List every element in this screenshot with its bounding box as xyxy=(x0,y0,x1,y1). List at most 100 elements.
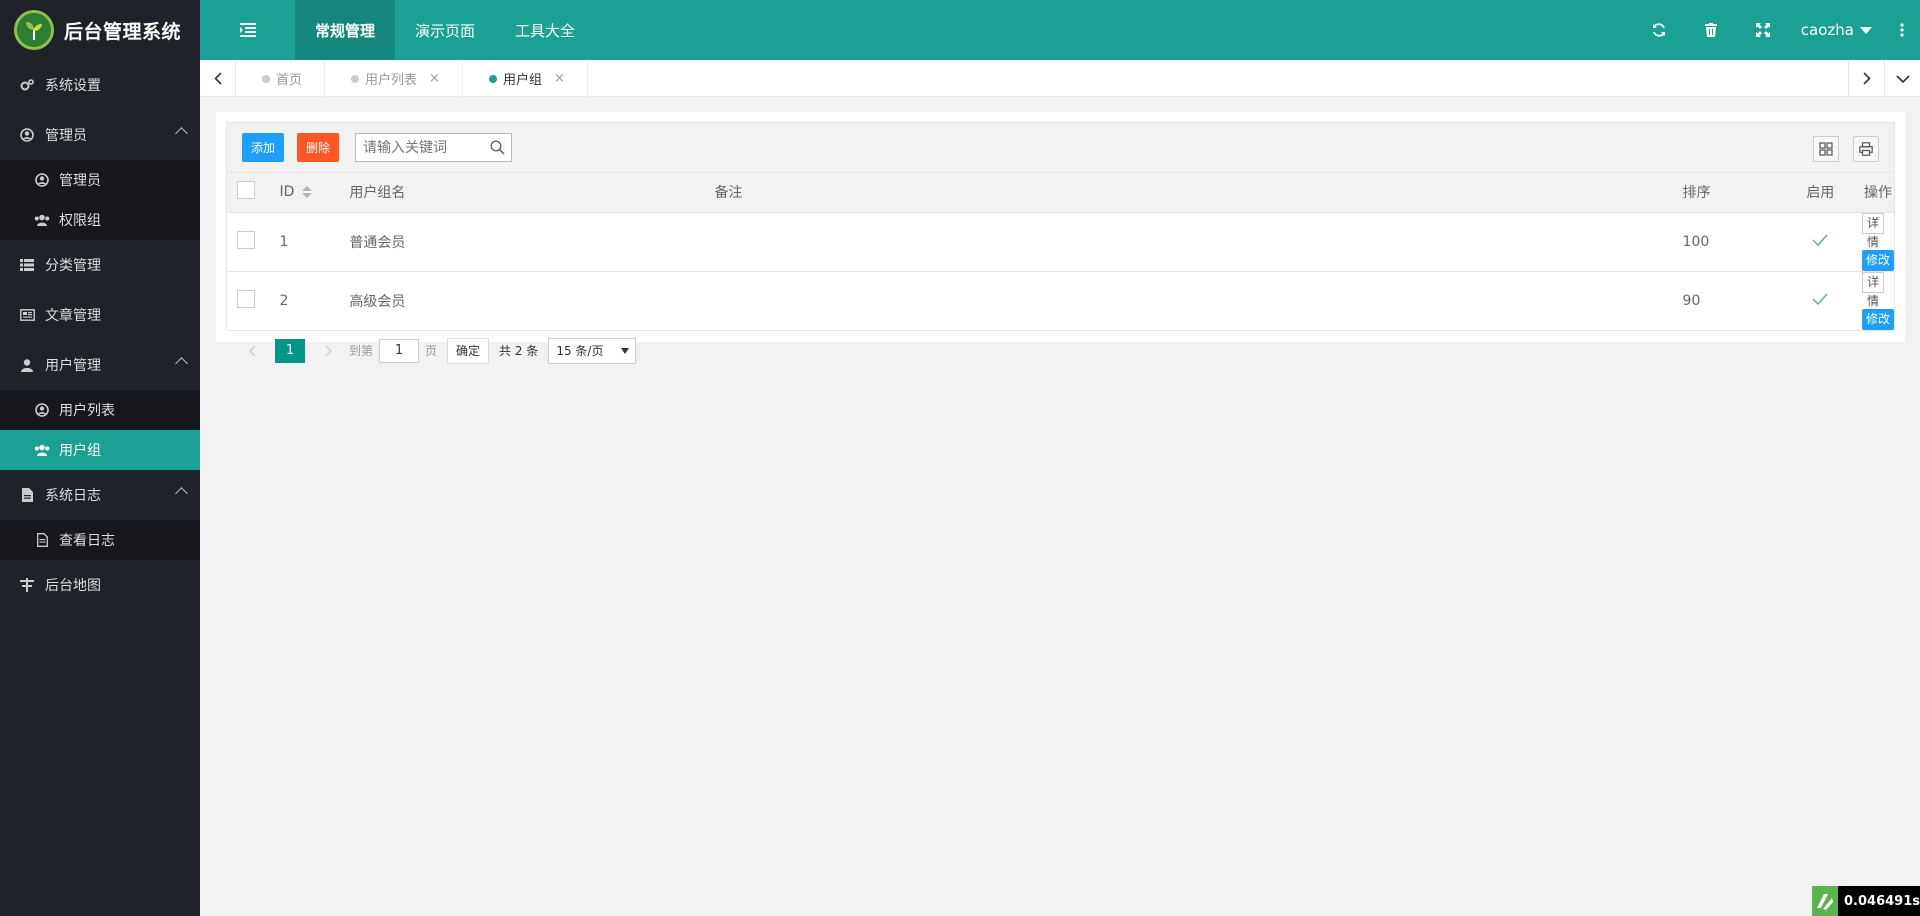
nav-item-general[interactable]: 常规管理 xyxy=(295,0,396,60)
user-circle-icon xyxy=(34,403,50,417)
sidebar-item-label: 管理员 xyxy=(59,173,101,189)
current-page[interactable]: 1 xyxy=(275,338,305,363)
tab-list: 首页 用户列表 × 用户组 × xyxy=(236,60,588,97)
row-checkbox[interactable] xyxy=(237,289,255,308)
performance-badge[interactable]: 0.046491s xyxy=(1812,886,1920,916)
chevron-up-icon xyxy=(175,487,188,500)
sidebar-item-label: 用户管理 xyxy=(45,358,101,374)
sidebar-subitem-user-list[interactable]: 用户列表 xyxy=(0,390,200,430)
header-id-label: ID xyxy=(279,184,295,201)
header-actions: caozha xyxy=(1633,0,1920,60)
fullscreen-button[interactable] xyxy=(1737,0,1789,60)
search-input[interactable] xyxy=(356,134,481,161)
newspaper-icon xyxy=(19,309,35,321)
sidebar-item-label: 分类管理 xyxy=(45,258,101,274)
sidebar-item-logs[interactable]: 系统日志 xyxy=(0,470,200,520)
sidebar-item-label: 用户组 xyxy=(59,443,101,459)
caret-down-icon xyxy=(621,347,630,354)
cell-name: 普通会员 xyxy=(349,212,715,272)
row-select-cell xyxy=(227,212,280,272)
close-icon[interactable]: × xyxy=(429,71,440,86)
leaf-logo-icon xyxy=(14,10,54,50)
search-box xyxy=(355,133,512,162)
add-button[interactable]: 添加 xyxy=(242,133,285,162)
caret-down-icon xyxy=(1860,26,1872,34)
user-circle-icon xyxy=(34,173,50,187)
sidebar-subitem-roles[interactable]: 权限组 xyxy=(0,200,200,240)
refresh-button[interactable] xyxy=(1633,0,1685,60)
tab-user-list[interactable]: 用户列表 × xyxy=(325,60,463,97)
edit-button[interactable]: 修改 xyxy=(1861,249,1894,271)
page-number-input[interactable] xyxy=(379,338,420,363)
tab-dot xyxy=(351,74,360,83)
detail-button[interactable]: 详情 xyxy=(1861,212,1884,249)
trash-icon xyxy=(1704,23,1717,37)
page-size-value: 15 条/页 xyxy=(556,344,604,358)
tab-dot xyxy=(488,74,497,83)
users-icon xyxy=(34,444,50,456)
sidebar-item-sitemap[interactable]: 后台地图 xyxy=(0,560,200,610)
prev-page-button[interactable] xyxy=(237,336,267,366)
sidebar-item-settings[interactable]: 系统设置 xyxy=(0,60,200,110)
chevron-right-icon xyxy=(325,345,332,356)
sidebar-item-articles[interactable]: 文章管理 xyxy=(0,290,200,340)
logo[interactable]: 后台管理系统 xyxy=(0,0,200,60)
delete-button[interactable]: 删除 xyxy=(297,133,340,162)
goto-label: 到第 xyxy=(349,344,374,358)
page-tabs: 首页 用户列表 × 用户组 × xyxy=(200,60,1920,97)
sort-icon[interactable] xyxy=(302,186,313,199)
search-icon[interactable] xyxy=(490,140,505,159)
tabs-prev-button[interactable] xyxy=(200,60,236,97)
cell-id: 1 xyxy=(279,212,350,272)
submenu-admins: 管理员 权限组 xyxy=(0,160,200,240)
nav-item-demo[interactable]: 演示页面 xyxy=(395,0,495,60)
chevron-up-icon xyxy=(175,127,188,140)
sidebar-subitem-user-groups[interactable]: 用户组 xyxy=(0,430,200,470)
total-count: 共 2 条 xyxy=(499,344,539,358)
top-header: 后台管理系统 常规管理 演示页面 工具大全 caozha xyxy=(0,0,1920,60)
sidebar-item-label: 系统日志 xyxy=(45,488,101,504)
sidebar-item-users[interactable]: 用户管理 xyxy=(0,340,200,390)
sidebar-subitem-view-logs[interactable]: 查看日志 xyxy=(0,520,200,560)
tab-home[interactable]: 首页 xyxy=(236,60,326,97)
sidebar-toggle-button[interactable] xyxy=(200,0,295,60)
tab-user-groups[interactable]: 用户组 × xyxy=(463,60,588,97)
more-button[interactable] xyxy=(1884,0,1920,60)
sidebar-subitem-admin[interactable]: 管理员 xyxy=(0,160,200,200)
header-id[interactable]: ID xyxy=(279,173,350,213)
chevron-down-icon xyxy=(1895,74,1910,83)
nav-item-tools[interactable]: 工具大全 xyxy=(495,0,595,60)
edit-button[interactable]: 修改 xyxy=(1861,308,1894,330)
clear-cache-button[interactable] xyxy=(1685,0,1737,60)
detail-button[interactable]: 详情 xyxy=(1861,271,1884,308)
data-table-panel: 添加 删除 ID 用户组名 备注 排 xyxy=(226,122,1895,364)
column-filter-button[interactable] xyxy=(1813,136,1839,162)
users-icon xyxy=(34,214,50,226)
file-icon xyxy=(19,488,35,502)
sitemap-icon xyxy=(19,578,35,592)
cell-id: 2 xyxy=(279,271,350,331)
cell-enabled xyxy=(1778,271,1862,331)
user-groups-table: ID 用户组名 备注 排序 启用 操作 1 普通会员 100 详情修改 2 高级… xyxy=(227,173,1894,331)
close-icon[interactable]: × xyxy=(554,71,565,86)
chevron-left-icon xyxy=(213,72,222,85)
row-checkbox[interactable] xyxy=(237,230,255,249)
sidebar-item-categories[interactable]: 分类管理 xyxy=(0,240,200,290)
cell-ops: 详情修改 xyxy=(1861,212,1894,272)
header-remark: 备注 xyxy=(714,173,1683,213)
tabs-next-button[interactable] xyxy=(1848,60,1884,97)
header-ops: 操作 xyxy=(1861,173,1894,213)
page-size-select[interactable]: 15 条/页 xyxy=(548,337,637,364)
cell-remark xyxy=(714,271,1683,331)
table-toolbar: 添加 删除 xyxy=(227,123,1894,173)
user-menu[interactable]: caozha xyxy=(1789,0,1884,60)
sidebar-item-admins[interactable]: 管理员 xyxy=(0,110,200,160)
select-all-checkbox[interactable] xyxy=(237,181,255,200)
next-page-button[interactable] xyxy=(313,336,343,366)
goto-confirm-button[interactable]: 确定 xyxy=(447,337,490,364)
row-select-cell xyxy=(227,271,280,331)
tab-label: 用户组 xyxy=(502,73,542,88)
print-button[interactable] xyxy=(1853,136,1879,162)
cell-enabled xyxy=(1778,212,1862,272)
tabs-menu-button[interactable] xyxy=(1884,60,1920,97)
